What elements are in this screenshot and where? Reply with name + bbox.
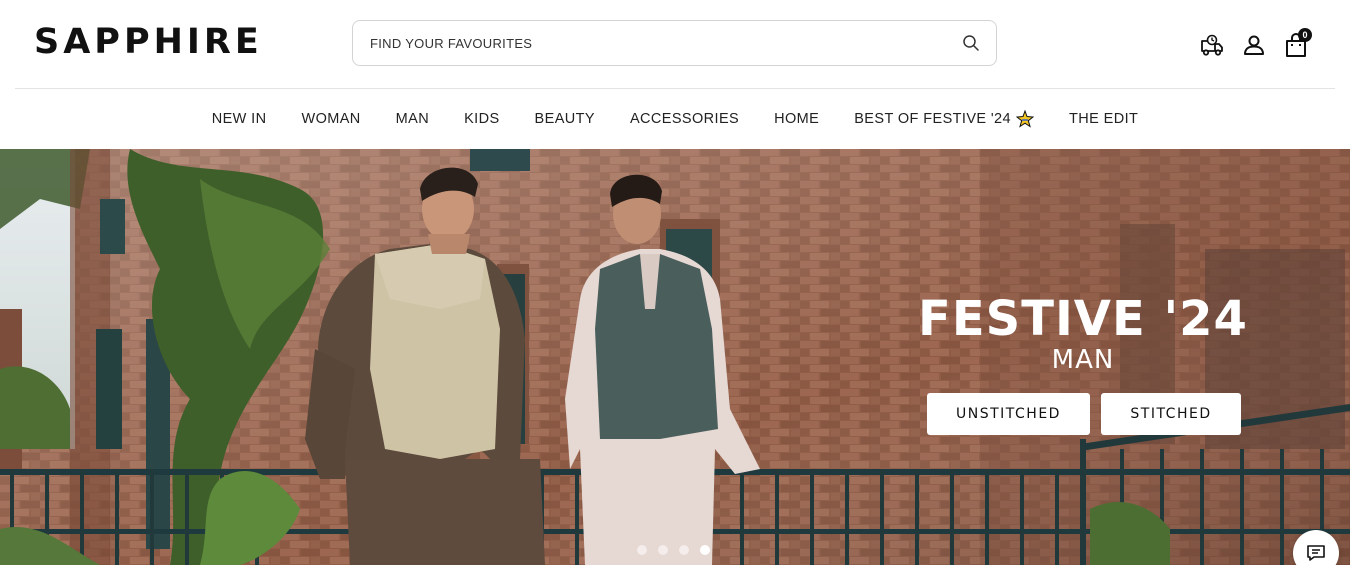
main-nav: NEW IN WOMAN MAN KIDS BEAUTY ACCESSORIES…: [0, 89, 1350, 149]
search-bar[interactable]: [352, 20, 997, 66]
logo[interactable]: SAPPHIRE: [34, 22, 263, 62]
unstitched-button[interactable]: UNSTITCHED: [927, 393, 1090, 435]
cart-count-badge[interactable]: 0: [1298, 28, 1312, 42]
carousel-dots: [637, 545, 710, 555]
hero-subtitle: MAN: [1051, 345, 1115, 375]
carousel-dot-1[interactable]: [637, 545, 647, 555]
stitched-button[interactable]: STITCHED: [1101, 393, 1241, 435]
carousel-dot-3[interactable]: [679, 545, 689, 555]
delivery-truck-icon[interactable]: [1199, 32, 1225, 58]
nav-item-man[interactable]: MAN: [396, 111, 429, 127]
nav-item-home[interactable]: HOME: [774, 111, 819, 127]
carousel-dot-2[interactable]: [658, 545, 668, 555]
nav-item-kids[interactable]: KIDS: [464, 111, 499, 127]
nav-item-woman[interactable]: WOMAN: [301, 111, 360, 127]
sparkle-star-icon: [1016, 110, 1034, 128]
hero-title: FESTIVE '24: [918, 291, 1248, 347]
user-icon[interactable]: [1241, 32, 1267, 58]
nav-item-best-of-festive-label: BEST OF FESTIVE '24: [854, 111, 1011, 127]
nav-item-best-of-festive[interactable]: BEST OF FESTIVE '24: [854, 110, 1034, 128]
nav-item-the-edit[interactable]: THE EDIT: [1069, 111, 1138, 127]
carousel-dot-4[interactable]: [700, 545, 710, 555]
hero-banner[interactable]: FESTIVE '24 MAN UNSTITCHED STITCHED: [0, 149, 1350, 565]
chat-icon: [1307, 545, 1325, 561]
search-icon[interactable]: [962, 34, 980, 52]
site-header: SAPPHIRE 0: [0, 0, 1350, 88]
nav-item-beauty[interactable]: BEAUTY: [535, 111, 595, 127]
nav-item-new-in[interactable]: NEW IN: [212, 111, 267, 127]
nav-item-accessories[interactable]: ACCESSORIES: [630, 111, 739, 127]
search-input[interactable]: [370, 21, 940, 65]
